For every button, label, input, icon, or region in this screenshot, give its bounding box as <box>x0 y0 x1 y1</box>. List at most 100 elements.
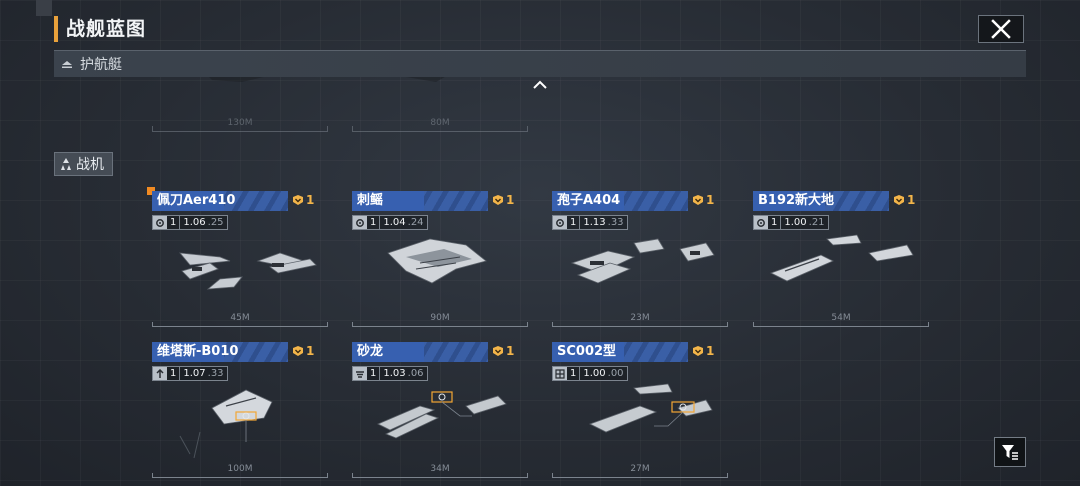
ruler-tick <box>352 322 353 327</box>
ship-stats: 1 1.00 .21 <box>753 215 829 230</box>
ship-image <box>387 238 487 284</box>
arrow-icon <box>153 367 167 380</box>
ship-length: 23M <box>630 313 650 323</box>
gear-icon <box>353 216 367 229</box>
version: 1.06 <box>183 217 206 228</box>
ship-count: 1 <box>492 344 514 358</box>
ship-length: 100M <box>227 464 253 474</box>
level: 1 <box>567 216 581 229</box>
corner-mark <box>36 0 52 16</box>
level: 1 <box>167 216 181 229</box>
blueprint-icon <box>894 195 904 205</box>
length-ruler <box>552 326 728 327</box>
version-sub: .25 <box>207 217 224 228</box>
ship-length: 54M <box>831 313 851 323</box>
ship-length: 27M <box>630 464 650 474</box>
ruler-tick <box>327 126 328 132</box>
ship-card-sabre[interactable]: 佩刀Aer410 1 1 1.06 .25 45M <box>152 191 328 331</box>
blueprint-icon <box>693 346 703 356</box>
version: 1.07 <box>183 368 206 379</box>
count-value: 1 <box>306 344 315 358</box>
ship-image <box>570 238 715 284</box>
ship-length: 130M <box>227 118 253 128</box>
gear-icon <box>553 216 567 229</box>
ship-image <box>588 383 713 433</box>
ship-image <box>769 234 914 282</box>
ruler-tick <box>727 322 728 327</box>
version: 1.04 <box>383 217 406 228</box>
version-sub: .06 <box>407 368 424 379</box>
ship-count: 1 <box>492 193 514 207</box>
ship-stats: 1 1.07 .33 <box>152 366 228 381</box>
length-ruler <box>152 477 328 478</box>
version-sub: .21 <box>808 217 825 228</box>
ship-image <box>179 252 317 290</box>
ship-count: 1 <box>292 193 314 207</box>
filter-button[interactable] <box>994 437 1026 467</box>
ship-card-b192[interactable]: B192新大地 1 1 1.00 .21 54M <box>753 191 929 331</box>
length-ruler <box>352 477 528 478</box>
fighter-section-header[interactable]: 战机 <box>54 152 113 176</box>
ship-length: 34M <box>430 464 450 474</box>
ruler-tick <box>152 473 153 478</box>
version-sub: .33 <box>607 217 624 228</box>
blueprint-icon <box>693 195 703 205</box>
version: 1.13 <box>583 217 606 228</box>
ruler-tick <box>352 126 353 132</box>
close-icon <box>991 19 1011 39</box>
ruler-tick <box>753 322 754 327</box>
ship-name: 刺鳐 <box>357 193 384 208</box>
level: 1 <box>567 367 581 380</box>
ship-card-stingray[interactable]: 刺鳐 1 1 1.04 .24 90M <box>352 191 528 331</box>
length-ruler <box>552 477 728 478</box>
wing-icon <box>353 367 367 380</box>
ship-count: 1 <box>692 193 714 207</box>
version: 1.00 <box>784 217 807 228</box>
level: 1 <box>167 367 181 380</box>
blueprint-icon <box>293 346 303 356</box>
ruler-tick <box>152 322 153 327</box>
section-label: 护航艇 <box>80 57 122 73</box>
count-value: 1 <box>706 193 715 207</box>
version: 1.00 <box>583 368 606 379</box>
ruler-tick <box>527 322 528 327</box>
length-ruler <box>753 326 929 327</box>
ruler-tick <box>327 322 328 327</box>
ship-stats: 1 1.03 .06 <box>352 366 428 381</box>
ship-image <box>377 391 507 439</box>
close-button[interactable] <box>978 15 1024 43</box>
ship-card-sc002[interactable]: SC002型 1 1 1.00 .00 27M <box>552 342 728 482</box>
escort-section-header[interactable]: 护航艇 <box>54 51 1026 77</box>
ruler-tick <box>527 473 528 478</box>
ruler-tick <box>152 126 153 132</box>
version-sub: .24 <box>407 217 424 228</box>
ship-stats: 1 1.04 .24 <box>352 215 428 230</box>
ruler-tick <box>352 473 353 478</box>
ship-length: 45M <box>230 313 250 323</box>
level: 1 <box>768 216 782 229</box>
escort-ship-icon <box>62 61 72 68</box>
ruler-tick <box>552 473 553 478</box>
ship-stats: 1 1.06 .25 <box>152 215 228 230</box>
ship-card-sand-dragon[interactable]: 砂龙 1 1 1.03 .06 34M <box>352 342 528 482</box>
section-label: 战机 <box>76 157 104 173</box>
count-value: 1 <box>907 193 916 207</box>
count-value: 1 <box>706 344 715 358</box>
ruler-tick <box>727 473 728 478</box>
version-sub: .33 <box>207 368 224 379</box>
ruler-tick <box>928 322 929 327</box>
ruler-tick <box>527 126 528 132</box>
ship-count: 1 <box>893 193 915 207</box>
ship-card-spore[interactable]: 孢子A404 1 1 1.13 .33 23M <box>552 191 728 331</box>
filter-icon <box>1002 445 1018 460</box>
ship-card-vitas[interactable]: 维塔斯-B010 1 1 1.07 .33 100M <box>152 342 328 482</box>
ruler-tick <box>552 322 553 327</box>
blueprint-icon <box>493 346 503 356</box>
version: 1.03 <box>383 368 406 379</box>
fighter-icon <box>61 158 71 170</box>
chevron-up-icon[interactable] <box>531 79 549 91</box>
ship-name: B192新大地 <box>758 193 835 208</box>
level: 1 <box>367 216 381 229</box>
gear-icon <box>153 216 167 229</box>
length-ruler <box>152 131 328 132</box>
